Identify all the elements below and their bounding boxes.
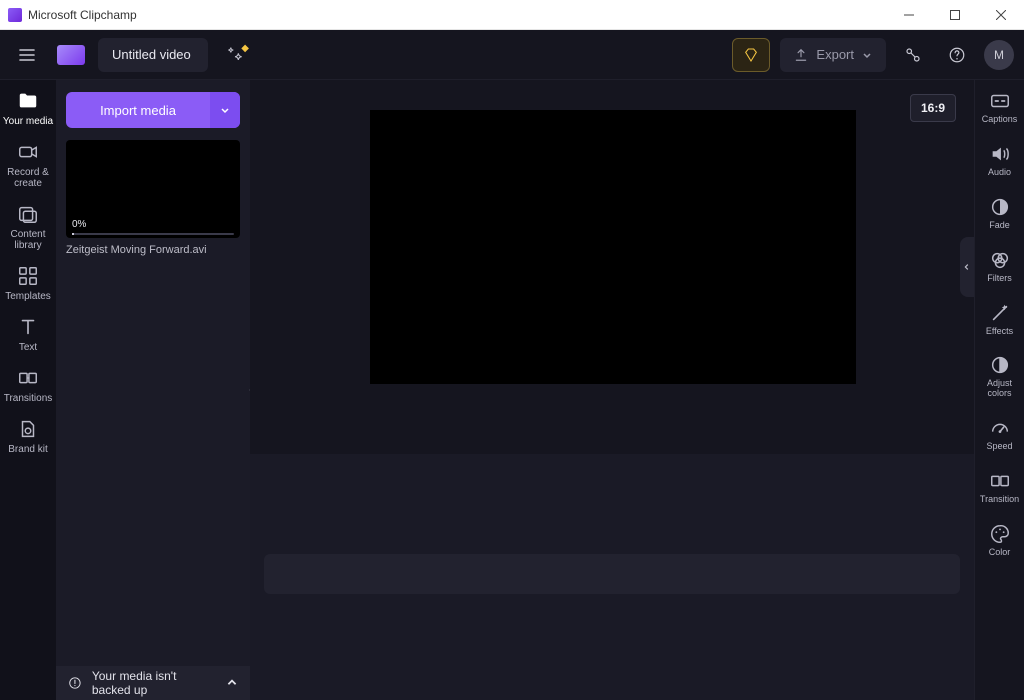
help-button[interactable] [940, 38, 974, 72]
close-button[interactable] [978, 0, 1024, 30]
audio-icon [989, 143, 1011, 165]
rr-label: Speed [986, 442, 1012, 452]
aspect-ratio-button[interactable]: 16:9 [910, 94, 956, 122]
media-caption: Zeitgeist Moving Forward.avi [66, 244, 240, 256]
rr-audio[interactable]: Audio [975, 143, 1024, 178]
text-icon [17, 316, 39, 338]
rail-text[interactable]: Text [0, 316, 56, 353]
effects-icon [989, 302, 1011, 324]
rr-filters[interactable]: Filters [975, 249, 1024, 284]
video-title-text: Untitled video [112, 47, 191, 62]
rail-label: Text [19, 342, 37, 353]
right-rail: Captions Audio Fade Filters [974, 80, 1024, 700]
rr-label: Color [989, 548, 1011, 558]
color-palette-icon [989, 523, 1011, 545]
library-icon [17, 203, 39, 225]
premium-diamond-button[interactable] [732, 38, 770, 72]
rail-record-create[interactable]: Record & create [0, 141, 56, 189]
media-progress-label: 0% [72, 219, 86, 230]
rail-transitions[interactable]: Transitions [0, 367, 56, 404]
timeline-track-placeholder[interactable] [264, 554, 960, 594]
chevron-up-icon [226, 677, 238, 689]
rr-label: Adjust colors [975, 379, 1024, 399]
rr-effects[interactable]: Effects [975, 302, 1024, 337]
timeline-area[interactable] [250, 454, 974, 700]
import-media-label: Import media [100, 103, 176, 118]
premium-badge-icon: ◆ [241, 43, 249, 54]
camera-icon [17, 141, 39, 163]
rail-templates[interactable]: Templates [0, 265, 56, 302]
window-titlebar: Microsoft Clipchamp [0, 0, 1024, 30]
ai-sparkle-button[interactable]: ◆ [218, 38, 252, 72]
maximize-button[interactable] [932, 0, 978, 30]
menu-button[interactable] [10, 38, 44, 72]
rr-transition[interactable]: Transition [975, 470, 1024, 505]
rr-label: Transition [980, 495, 1019, 505]
fade-icon [989, 196, 1011, 218]
export-label: Export [816, 47, 854, 62]
titlebar-left: Microsoft Clipchamp [0, 8, 137, 22]
media-panel: Import media 0% Zeitgeist Moving Forward… [56, 80, 250, 700]
transitions-icon [17, 367, 39, 389]
left-rail: Your media Record & create Content libra… [0, 80, 56, 700]
folder-icon [17, 90, 39, 112]
adjust-colors-icon [989, 354, 1011, 376]
rr-fade[interactable]: Fade [975, 196, 1024, 231]
window-controls [886, 0, 1024, 30]
brand-chip-icon[interactable] [54, 38, 88, 72]
rr-captions[interactable]: Captions [975, 90, 1024, 125]
rr-speed[interactable]: Speed [975, 417, 1024, 452]
stage: 16:9 [250, 80, 974, 700]
rr-label: Fade [989, 221, 1010, 231]
alert-icon [68, 675, 82, 691]
settings-flow-button[interactable] [896, 38, 930, 72]
filters-icon [989, 249, 1011, 271]
rr-label: Effects [986, 327, 1013, 337]
rail-label: Brand kit [8, 444, 47, 455]
rr-label: Filters [987, 274, 1012, 284]
collapse-right-rail-button[interactable] [960, 237, 974, 297]
rr-adjust-colors[interactable]: Adjust colors [975, 354, 1024, 399]
video-preview[interactable] [370, 110, 856, 384]
rail-label: Record & create [0, 167, 56, 189]
aspect-ratio-label: 16:9 [921, 101, 945, 115]
media-backup-banner[interactable]: Your media isn't backed up [56, 666, 250, 700]
workspace: Your media Record & create Content libra… [0, 80, 1024, 700]
grid-icon [17, 265, 39, 287]
rail-brand-kit[interactable]: Brand kit [0, 418, 56, 455]
rail-your-media[interactable]: Your media [0, 90, 56, 127]
rr-label: Audio [988, 168, 1011, 178]
video-title-field[interactable]: Untitled video [98, 38, 208, 72]
import-media-button[interactable]: Import media [66, 92, 240, 128]
rail-content-library[interactable]: Content library [0, 203, 56, 251]
app-logo-icon [8, 8, 22, 22]
media-backup-text: Your media isn't backed up [92, 669, 216, 697]
window-title: Microsoft Clipchamp [28, 8, 137, 22]
media-item[interactable]: 0% Zeitgeist Moving Forward.avi [56, 140, 250, 256]
rail-label: Content library [0, 229, 56, 251]
media-thumbnail[interactable]: 0% [66, 140, 240, 238]
import-media-dropdown[interactable] [210, 92, 240, 128]
rr-label: Captions [982, 115, 1018, 125]
media-progress-bar [72, 233, 234, 235]
app-root: Untitled video ◆ Export [0, 30, 1024, 700]
minimize-button[interactable] [886, 0, 932, 30]
rail-label: Templates [5, 291, 51, 302]
avatar-initial: M [994, 48, 1004, 62]
export-button[interactable]: Export [780, 38, 886, 72]
captions-icon [989, 90, 1011, 112]
speed-icon [989, 417, 1011, 439]
top-toolbar: Untitled video ◆ Export [0, 30, 1024, 80]
avatar[interactable]: M [984, 40, 1014, 70]
brand-kit-icon [17, 418, 39, 440]
preview-area: 16:9 [250, 80, 974, 454]
rail-label: Your media [3, 116, 53, 127]
rail-label: Transitions [4, 393, 53, 404]
transition-icon [989, 470, 1011, 492]
rr-color[interactable]: Color [975, 523, 1024, 558]
